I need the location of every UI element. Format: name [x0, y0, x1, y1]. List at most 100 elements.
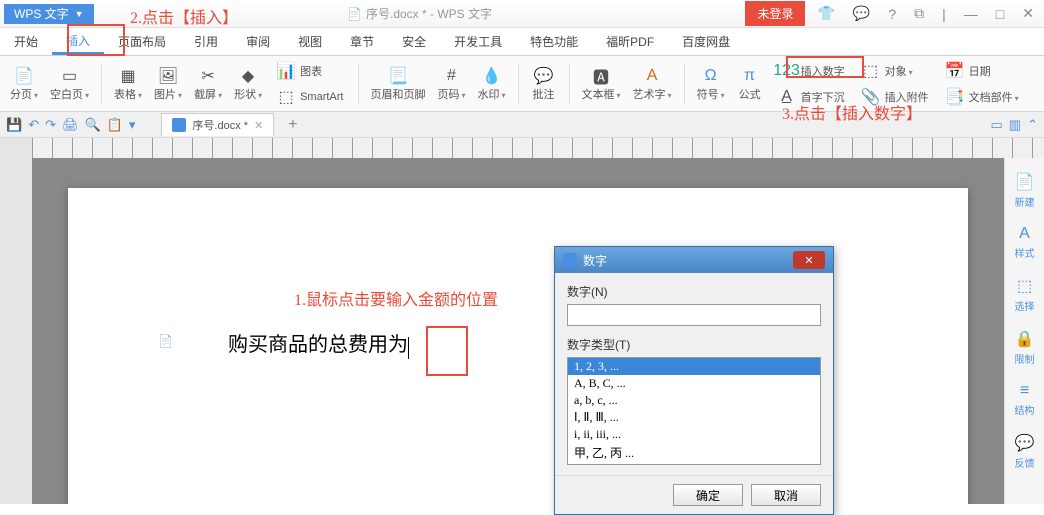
attachment-button[interactable]: 📎插入附件 — [855, 85, 935, 109]
canvas[interactable]: 购买商品的总费用为 📄 — [32, 158, 1004, 504]
side-item-新建[interactable]: 📄新建 — [1013, 166, 1037, 215]
menu-插入[interactable]: 插入 — [52, 28, 104, 55]
collapse-ribbon-icon[interactable]: ⌃ — [1027, 117, 1038, 133]
type-option[interactable]: A, B, C, ... — [568, 375, 820, 392]
number-input[interactable] — [567, 304, 821, 326]
undo-icon[interactable]: ↶ — [28, 117, 39, 133]
title-bar: WPS 文字 ▼ 📄 序号.docx * - WPS 文字 未登录 👕 💬 ? … — [0, 0, 1044, 28]
document-tab[interactable]: 序号.docx * ✕ — [161, 113, 274, 136]
close-tab-icon[interactable]: ✕ — [254, 119, 263, 132]
insert-number-button[interactable]: 123插入数字 — [771, 59, 851, 83]
type-option[interactable]: Ⅰ, Ⅱ, Ⅲ, ... — [568, 409, 820, 426]
textbox-icon: 🅰 — [591, 66, 611, 86]
type-option[interactable]: i, ii, iii, ... — [568, 426, 820, 443]
side-item-选择[interactable]: ⬚选择 — [1013, 270, 1037, 319]
lbl: 文档部件 — [969, 92, 1013, 104]
tab-label: 序号.docx * — [192, 117, 248, 133]
ok-button[interactable]: 确定 — [673, 484, 743, 506]
page-break-button[interactable]: 📄分页▾ — [6, 64, 42, 104]
shapes-icon: ◆ — [238, 66, 258, 86]
menu-引用[interactable]: 引用 — [180, 28, 232, 55]
header-footer-button[interactable]: 📃页眉和页脚 — [367, 64, 430, 104]
menu-开始[interactable]: 开始 — [0, 28, 52, 55]
dialog-close-button[interactable]: ✕ — [793, 251, 825, 269]
vertical-ruler[interactable] — [0, 158, 32, 504]
type-option[interactable]: a, b, c, ... — [568, 392, 820, 409]
preview-icon[interactable]: 🔍 — [85, 117, 101, 133]
help-icon[interactable]: ? — [882, 6, 902, 22]
menu-页面布局[interactable]: 页面布局 — [104, 28, 180, 55]
lbl: 形状 — [234, 89, 256, 101]
login-button[interactable]: 未登录 — [745, 1, 805, 26]
blank-page-button[interactable]: ▭空白页▾ — [46, 64, 93, 104]
menu-安全[interactable]: 安全 — [388, 28, 440, 55]
menu-审阅[interactable]: 审阅 — [232, 28, 284, 55]
date-button[interactable]: 📅日期 — [939, 59, 1025, 83]
smartart-button[interactable]: ⬚SmartArt — [270, 85, 349, 109]
object-button[interactable]: ⬚对象▾ — [855, 59, 935, 83]
menu-特色功能[interactable]: 特色功能 — [516, 28, 592, 55]
symbol-button[interactable]: Ω符号▾ — [693, 64, 729, 104]
menu-开发工具[interactable]: 开发工具 — [440, 28, 516, 55]
side-label: 选择 — [1015, 298, 1035, 313]
side-icon: 💬 — [1015, 433, 1035, 453]
chart-button[interactable]: 📊图表 — [270, 59, 349, 83]
type-label: 数字类型(T) — [567, 336, 821, 353]
paste-icon[interactable]: 📋 — [107, 117, 123, 133]
lbl: 公式 — [739, 86, 761, 102]
lbl: 插入数字 — [801, 63, 845, 79]
view-icon-1[interactable]: ▭ — [991, 117, 1003, 133]
separator — [684, 64, 685, 104]
more-icon[interactable]: ▾ — [129, 117, 136, 133]
screenshot-button[interactable]: ✂截屏▾ — [190, 64, 226, 104]
watermark-button[interactable]: 💧水印▾ — [474, 64, 510, 104]
maximize-button[interactable]: □ — [990, 6, 1010, 22]
menu-百度网盘[interactable]: 百度网盘 — [668, 28, 744, 55]
side-item-限制[interactable]: 🔒限制 — [1013, 323, 1037, 372]
workspace: 购买商品的总费用为 📄 📄新建 A样式 ⬚选择 🔒限制 ≡结构 💬反馈 — [0, 158, 1044, 504]
lbl: 首字下沉 — [801, 89, 845, 105]
add-tab-button[interactable]: + — [288, 116, 297, 134]
side-item-结构[interactable]: ≡结构 — [1013, 376, 1037, 423]
divider: | — [936, 6, 952, 22]
save-icon[interactable]: 💾 — [6, 117, 22, 133]
dialog-titlebar[interactable]: 数字 ✕ — [555, 247, 833, 273]
menu-视图[interactable]: 视图 — [284, 28, 336, 55]
menu-章节[interactable]: 章节 — [336, 28, 388, 55]
horizontal-ruler[interactable] — [32, 138, 1044, 158]
print-icon[interactable]: 🖨 — [62, 117, 79, 133]
comment-button[interactable]: 💬批注 — [527, 64, 561, 104]
doc-parts-button[interactable]: 📑文档部件▾ — [939, 85, 1025, 109]
view-icon-2[interactable]: ▥ — [1009, 117, 1021, 133]
type-option[interactable]: 甲, 乙, 丙 ... — [568, 443, 820, 462]
side-item-反馈[interactable]: 💬反馈 — [1013, 427, 1037, 476]
equation-button[interactable]: π公式 — [733, 64, 767, 104]
redo-icon[interactable]: ↷ — [45, 117, 56, 133]
page-number-button[interactable]: #页码▾ — [434, 64, 470, 104]
picture-button[interactable]: 🖼图片▾ — [150, 64, 186, 104]
wordart-button[interactable]: A艺术字▾ — [629, 64, 676, 104]
textbox-button[interactable]: 🅰文本框▾ — [578, 64, 625, 104]
lbl: 艺术字 — [633, 89, 666, 101]
table-button[interactable]: ▦表格▾ — [110, 64, 146, 104]
lbl: 截屏 — [194, 89, 216, 101]
document-text[interactable]: 购买商品的总费用为 — [228, 334, 408, 356]
quick-access-bar: 💾 ↶ ↷ 🖨 🔍 📋 ▾ 序号.docx * ✕ + ▭ ▥ ⌃ — [0, 112, 1044, 138]
side-item-样式[interactable]: A样式 — [1013, 219, 1037, 266]
shapes-button[interactable]: ◆形状▾ — [230, 64, 266, 104]
object-icon: ⬚ — [861, 61, 881, 81]
app-name: WPS 文字 — [14, 5, 69, 22]
type-option[interactable]: 1, 2, 3, ... — [568, 358, 820, 375]
number-type-list[interactable]: 1, 2, 3, ...A, B, C, ...a, b, c, ...Ⅰ, Ⅱ… — [567, 357, 821, 465]
chat-icon[interactable]: 💬 — [847, 5, 876, 22]
app-menu[interactable]: WPS 文字 ▼ — [4, 4, 94, 24]
minimize-button[interactable]: — — [958, 6, 984, 22]
drop-cap-button[interactable]: A̲首字下沉 — [771, 85, 851, 109]
menu-福昕PDF[interactable]: 福昕PDF — [592, 28, 668, 55]
restore-icon[interactable]: ⧉ — [908, 5, 930, 22]
shirt-icon[interactable]: 👕 — [811, 5, 840, 22]
close-button[interactable]: ✕ — [1016, 5, 1040, 22]
number-icon: 123 — [777, 61, 797, 81]
horizontal-ruler-area — [0, 138, 1044, 158]
cancel-button[interactable]: 取消 — [751, 484, 821, 506]
